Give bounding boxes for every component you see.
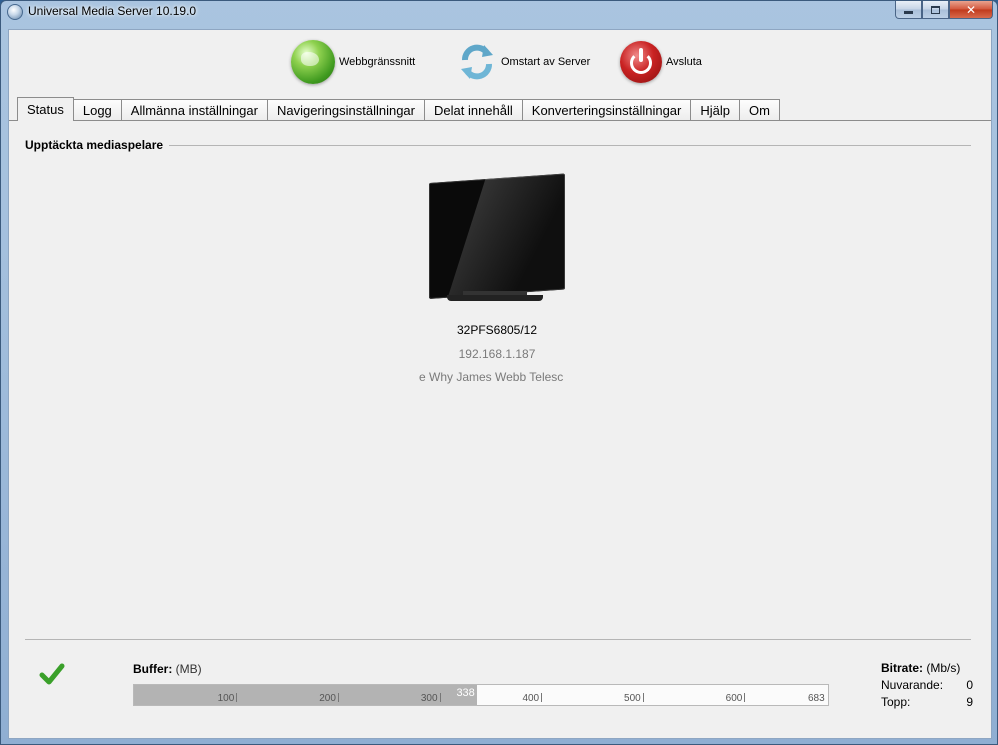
window-controls: ✕ <box>895 1 993 19</box>
buffer-label: Buffer: (MB) <box>133 662 202 676</box>
tab-log[interactable]: Logg <box>72 99 122 121</box>
globe-icon <box>291 40 335 84</box>
bottom-divider <box>25 639 971 640</box>
status-panel: Upptäckta mediaspelare 32PFS6805/12 192.… <box>9 121 991 738</box>
buffer-tick: 300 <box>421 693 441 704</box>
bitrate-peak-label: Topp: <box>881 695 911 709</box>
buffer-title: Buffer: <box>133 662 173 676</box>
window-title: Universal Media Server 10.19.0 <box>28 4 197 18</box>
restart-server-label: Omstart av Server <box>501 56 591 68</box>
renderer-ip: 192.168.1.187 <box>458 347 536 361</box>
tab-bar: Status Logg Allmänna inställningar Navig… <box>17 97 780 121</box>
quit-label: Avsluta <box>666 56 702 68</box>
buffer-value: 338 <box>456 687 475 699</box>
bitrate-panel: Bitrate: (Mb/s) Nuvarande: 0 Topp: 9 <box>881 661 973 709</box>
app-window: Universal Media Server 10.19.0 ✕ Webbgrä… <box>0 0 998 745</box>
tab-about[interactable]: Om <box>739 99 780 121</box>
restart-server-button[interactable]: Omstart av Server <box>457 38 590 86</box>
buffer-progress-bar: 338 100 200 300 400 500 600 683 <box>133 684 829 706</box>
tab-shared-content[interactable]: Delat innehåll <box>424 99 523 121</box>
bitrate-title: Bitrate: <box>881 661 924 675</box>
refresh-icon <box>457 42 497 82</box>
web-interface-button[interactable]: Webbgränssnitt <box>291 38 415 86</box>
tab-status[interactable]: Status <box>17 97 74 121</box>
buffer-tick: 683 <box>808 693 825 704</box>
web-interface-label: Webbgränssnitt <box>339 56 416 68</box>
tab-help[interactable]: Hjälp <box>690 99 740 121</box>
buffer-tick: 200 <box>319 693 339 704</box>
tab-transcoding-settings[interactable]: Konverteringsinställningar <box>521 99 692 121</box>
close-icon: ✕ <box>965 2 977 17</box>
app-icon <box>7 4 23 20</box>
bitrate-current-value: 0 <box>966 678 973 692</box>
maximize-button[interactable] <box>922 1 949 19</box>
tab-navigation-settings[interactable]: Navigeringsinställningar <box>266 99 425 121</box>
buffer-unit: (MB) <box>175 662 202 676</box>
renderer-now-playing: e Why James Webb Telesc <box>419 370 564 384</box>
minimize-icon <box>904 11 913 14</box>
minimize-button[interactable] <box>895 1 922 19</box>
renderer-name: 32PFS6805/12 <box>456 323 538 337</box>
title-bar[interactable]: Universal Media Server 10.19.0 ✕ <box>1 1 997 23</box>
buffer-tick: 100 <box>218 693 238 704</box>
bitrate-peak-value: 9 <box>966 695 973 709</box>
close-button[interactable]: ✕ <box>949 1 993 19</box>
buffer-tick: 400 <box>522 693 542 704</box>
checkmark-icon <box>39 661 65 687</box>
bitrate-unit: (Mb/s) <box>926 661 961 675</box>
buffer-tick: 600 <box>726 693 746 704</box>
section-title: Upptäckta mediaspelare <box>25 138 170 152</box>
client-area: Webbgränssnitt Omstart av Server Avsluta <box>8 29 992 739</box>
toolbar: Webbgränssnitt Omstart av Server Avsluta <box>9 30 991 94</box>
bitrate-current-label: Nuvarande: <box>881 678 944 692</box>
renderer-tv-icon[interactable] <box>429 173 565 309</box>
power-icon <box>620 41 662 83</box>
maximize-icon <box>931 5 940 14</box>
buffer-tick: 500 <box>624 693 644 704</box>
tab-general-settings[interactable]: Allmänna inställningar <box>120 99 268 121</box>
quit-button[interactable]: Avsluta <box>620 38 702 86</box>
tv-screen <box>429 173 565 299</box>
